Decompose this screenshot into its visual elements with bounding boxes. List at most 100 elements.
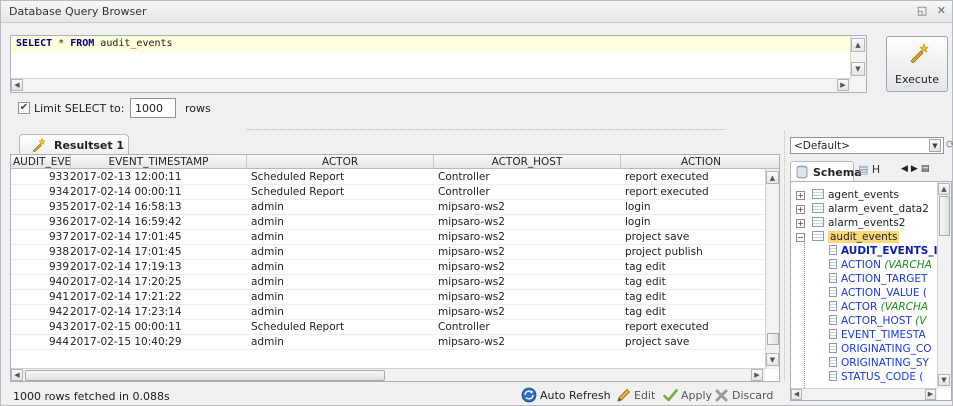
table-cell[interactable]: 2017-02-14 16:59:42: [70, 215, 246, 230]
table-cell[interactable]: 2017-02-15 00:00:11: [70, 320, 246, 335]
scroll-left-icon[interactable]: ◀: [11, 79, 23, 91]
table-cell[interactable]: Scheduled Report: [251, 320, 434, 335]
discard-button[interactable]: Discard: [714, 385, 773, 405]
scroll-right-icon[interactable]: ▶: [751, 369, 763, 381]
tab-prev-icon[interactable]: ◀: [901, 164, 911, 174]
table-cell[interactable]: Scheduled Report: [251, 185, 434, 200]
table-cell[interactable]: mipsaro-ws2: [438, 245, 621, 260]
auto-refresh-button[interactable]: Auto Refresh: [521, 385, 611, 405]
apply-button[interactable]: Apply: [663, 385, 712, 405]
table-cell[interactable]: mipsaro-ws2: [438, 275, 621, 290]
tree-column-node[interactable]: ACTOR_HOST (V: [829, 314, 926, 328]
edit-button[interactable]: Edit: [616, 385, 655, 405]
table-cell[interactable]: 2017-02-14 00:00:11: [70, 185, 246, 200]
panel-splitter[interactable]: [784, 131, 787, 381]
tree-column-node[interactable]: AUDIT_EVENTS_I: [829, 244, 938, 258]
table-row[interactable]: 939 2017-02-14 17:19:13 admin mipsaro-ws2 ta…: [11, 260, 765, 275]
table-row[interactable]: 943 2017-02-15 00:00:11 Scheduled Report Co…: [11, 320, 765, 335]
table-cell[interactable]: mipsaro-ws2: [438, 200, 621, 215]
table-cell[interactable]: project save: [625, 230, 765, 245]
table-cell[interactable]: 933: [11, 170, 69, 185]
table-cell[interactable]: admin: [251, 275, 434, 290]
table-cell[interactable]: 2017-02-14 17:01:45: [70, 245, 246, 260]
tree-column-node[interactable]: EVENT_TIMESTA: [829, 328, 926, 342]
table-cell[interactable]: mipsaro-ws2: [438, 290, 621, 305]
table-cell[interactable]: admin: [251, 200, 434, 215]
scroll-down-icon[interactable]: ▼: [851, 62, 865, 76]
close-icon[interactable]: ✕: [937, 4, 946, 17]
column-header[interactable]: EVENT_TIMESTAMP: [71, 155, 247, 169]
tree-column-node[interactable]: ORIGINATING_CO: [829, 342, 931, 356]
table-cell[interactable]: 940: [11, 275, 69, 290]
table-cell[interactable]: 935: [11, 200, 69, 215]
datasource-select[interactable]: <Default> ▼: [790, 137, 944, 154]
table-cell[interactable]: 942: [11, 305, 69, 320]
table-cell[interactable]: 934: [11, 185, 69, 200]
vertical-scroll-thumb[interactable]: [767, 333, 779, 345]
restore-icon[interactable]: ◱: [917, 4, 927, 17]
table-cell[interactable]: 2017-02-14 17:20:25: [70, 275, 246, 290]
tab-next-icon[interactable]: ▶: [911, 164, 921, 174]
table-cell[interactable]: admin: [251, 215, 434, 230]
scroll-right-icon[interactable]: ▶: [837, 79, 849, 91]
scroll-down-icon[interactable]: ▼: [938, 374, 950, 386]
tab-history[interactable]: ▤ H: [858, 163, 880, 176]
table-cell[interactable]: report executed: [625, 185, 765, 200]
table-cell[interactable]: tag edit: [625, 260, 765, 275]
table-cell[interactable]: admin: [251, 335, 434, 350]
table-cell[interactable]: 2017-02-14 17:01:45: [70, 230, 246, 245]
tree-column-node[interactable]: ACTION_TARGET: [829, 272, 927, 286]
table-row[interactable]: 944 2017-02-15 10:40:29 admin mipsaro-ws2 pr…: [11, 335, 765, 350]
table-cell[interactable]: tag edit: [625, 290, 765, 305]
execute-button[interactable]: Execute: [886, 36, 948, 92]
tree-column-node[interactable]: ACTION_VALUE (: [829, 286, 927, 300]
table-cell[interactable]: Scheduled Report: [251, 170, 434, 185]
table-cell[interactable]: tag edit: [625, 305, 765, 320]
table-cell[interactable]: Controller: [438, 320, 621, 335]
table-cell[interactable]: project save: [625, 335, 765, 350]
tree-vertical-scrollbar[interactable]: ▲ ▼: [937, 182, 951, 388]
scroll-down-icon[interactable]: ▼: [766, 353, 779, 366]
table-cell[interactable]: mipsaro-ws2: [438, 335, 621, 350]
column-header[interactable]: ACTOR: [247, 155, 434, 169]
table-cell[interactable]: 937: [11, 230, 69, 245]
results-vertical-scrollbar[interactable]: ▲ ▼: [765, 169, 779, 369]
tab-list-icon[interactable]: ▤: [921, 164, 933, 174]
tree-horizontal-scrollbar[interactable]: ◀ ▶: [791, 388, 937, 400]
tree-scroll-thumb[interactable]: [939, 196, 950, 236]
table-cell[interactable]: 2017-02-14 17:21:22: [70, 290, 246, 305]
limit-checkbox[interactable]: ✔: [18, 102, 30, 114]
table-cell[interactable]: login: [625, 215, 765, 230]
table-cell[interactable]: 2017-02-14 16:58:13: [70, 200, 246, 215]
table-row[interactable]: 940 2017-02-14 17:20:25 admin mipsaro-ws2 ta…: [11, 275, 765, 290]
scroll-up-icon[interactable]: ▲: [938, 183, 950, 195]
table-row[interactable]: 938 2017-02-14 17:01:45 admin mipsaro-ws2 pr…: [11, 245, 765, 260]
query-vertical-scrollbar[interactable]: ▲ ▼: [850, 36, 866, 92]
tree-table-node[interactable]: alarm_event_data2: [812, 202, 929, 216]
scroll-up-icon[interactable]: ▲: [851, 38, 865, 52]
table-cell[interactable]: admin: [251, 245, 434, 260]
table-cell[interactable]: admin: [251, 305, 434, 320]
horizontal-scroll-thumb[interactable]: [25, 370, 385, 381]
table-cell[interactable]: tag edit: [625, 275, 765, 290]
scroll-right-icon[interactable]: ▶: [925, 389, 936, 400]
table-row[interactable]: 941 2017-02-14 17:21:22 admin mipsaro-ws2 ta…: [11, 290, 765, 305]
chevron-down-icon[interactable]: ▼: [929, 139, 941, 152]
query-text[interactable]: SELECT * FROM audit_events: [16, 38, 173, 49]
table-cell[interactable]: 943: [11, 320, 69, 335]
table-cell[interactable]: admin: [251, 230, 434, 245]
tree-column-node[interactable]: ACTOR (VARCHA: [829, 300, 928, 314]
column-header[interactable]: ACTOR_HOST: [434, 155, 621, 169]
table-row[interactable]: 934 2017-02-14 00:00:11 Scheduled Report Co…: [11, 185, 765, 200]
query-horizontal-scrollbar[interactable]: ◀ ▶: [11, 78, 851, 92]
tree-table-node[interactable]: agent_events: [812, 188, 899, 202]
tree-table-node[interactable]: audit_events: [812, 230, 900, 244]
table-cell[interactable]: 2017-02-13 12:00:11: [70, 170, 246, 185]
table-cell[interactable]: project publish: [625, 245, 765, 260]
table-cell[interactable]: mipsaro-ws2: [438, 305, 621, 320]
expand-icon[interactable]: +: [796, 191, 805, 200]
tree-column-node[interactable]: ACTION (VARCHA: [829, 258, 932, 272]
tree-column-node[interactable]: STATUS_CODE (: [829, 370, 923, 384]
table-row[interactable]: 933 2017-02-13 12:00:11 Scheduled Report Co…: [11, 170, 765, 185]
split-divider[interactable]: [247, 129, 725, 130]
